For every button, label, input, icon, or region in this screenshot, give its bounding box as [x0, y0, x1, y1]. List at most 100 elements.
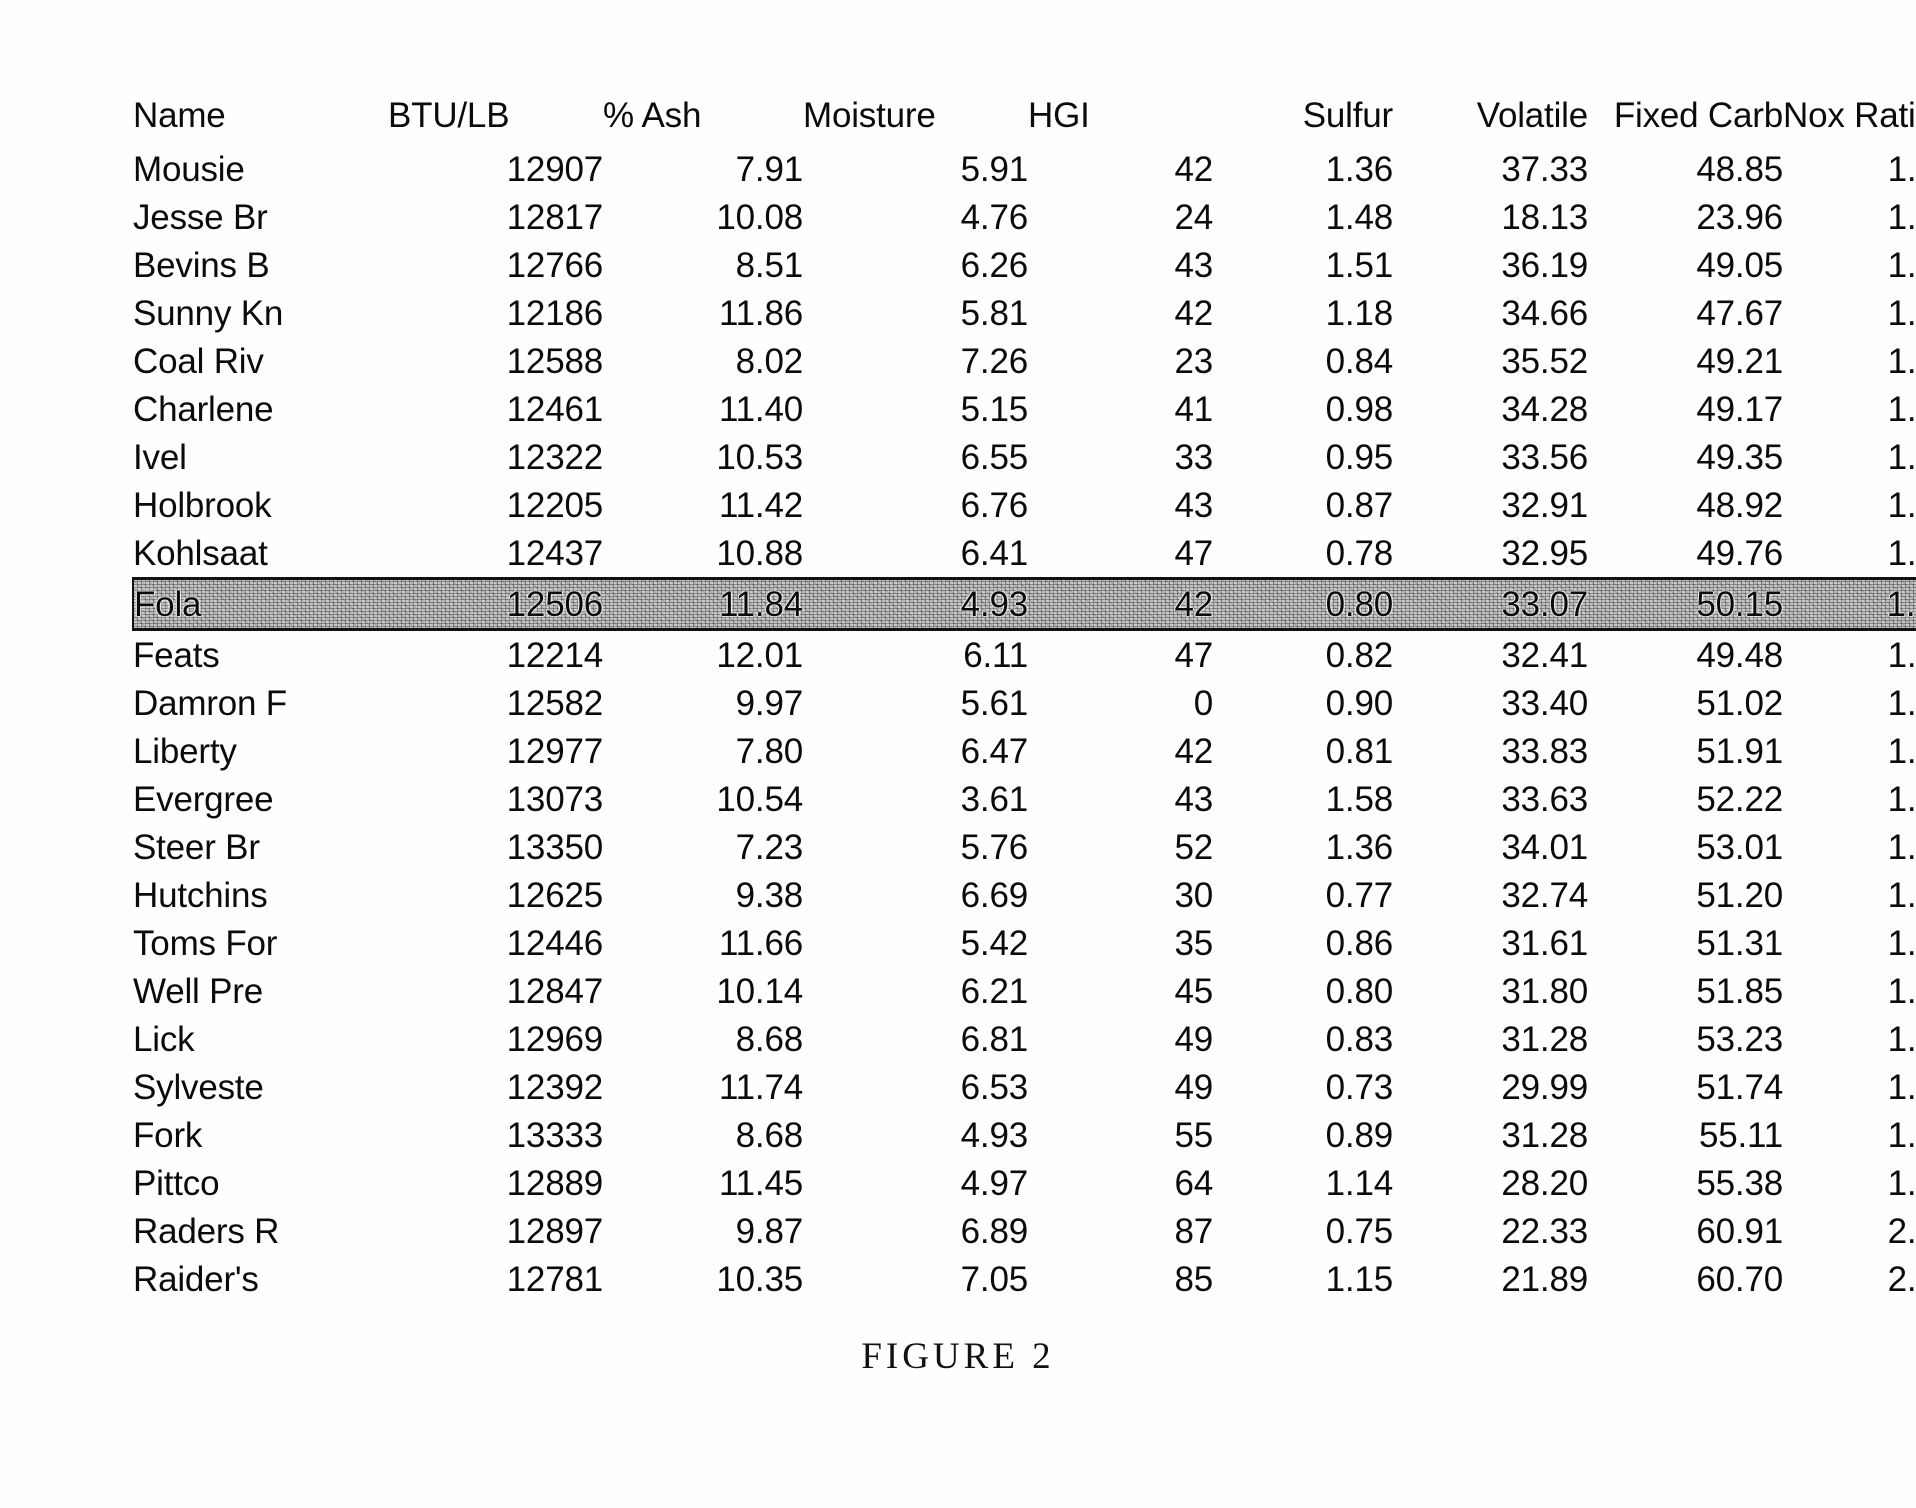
cell-value: 52: [1174, 827, 1213, 867]
cell-value: 32.74: [1501, 875, 1588, 915]
column-header-fixed-carb: Fixed Carb: [1613, 96, 1783, 135]
cell-value: 12897: [506, 1211, 604, 1251]
cell-value: 7.80: [735, 731, 804, 771]
coal-properties-table-container: Name BTU/LB % Ash Moisture HGI Sulfur Vo…: [132, 98, 1916, 1303]
cell-value: Mousie: [133, 149, 245, 189]
cell-value: 2.77: [1887, 1259, 1916, 1299]
cell-moisture: 7.05: [803, 1255, 1029, 1303]
cell-ash: 10.14: [603, 967, 803, 1015]
cell-volatile: 34.28: [1393, 385, 1588, 433]
cell-name: Sunny Kn: [133, 289, 388, 337]
cell-value: 1.36: [1325, 149, 1394, 189]
cell-volatile: 32.95: [1393, 529, 1588, 579]
cell-name: Fork: [133, 1111, 388, 1159]
cell-btu: 12781: [388, 1255, 604, 1303]
cell-value: 33.63: [1501, 779, 1588, 819]
cell-hgi: 49: [1028, 1015, 1213, 1063]
cell-value: 5.15: [960, 389, 1029, 429]
table-row: Damron F 12582 9.97 5.61 0 0.90 33.40 51.02 1.53: [133, 679, 1916, 727]
cell-value: 12322: [506, 437, 604, 477]
table-row: Sylveste 12392 11.74 6.53 49 0.73 29.99 51.74 1.…: [133, 1063, 1916, 1111]
cell-value: 0.78: [1325, 533, 1394, 573]
table-row: Evergree 13073 10.54 3.61 43 1.58 33.63 52.22 1.…: [133, 775, 1916, 823]
cell-value: 12461: [506, 389, 604, 429]
cell-btu: 12205: [388, 481, 604, 529]
table-row: Hutchins 12625 9.38 6.69 30 0.77 32.74 51.20 1.5…: [133, 871, 1916, 919]
cell-fixed: 60.91: [1588, 1207, 1783, 1255]
cell-value: 1.32: [1887, 197, 1916, 237]
cell-value: 1.53: [1887, 683, 1916, 723]
cell-value: 12969: [506, 1019, 604, 1059]
cell-btu: 12186: [388, 289, 604, 337]
cell-volatile: 31.61: [1393, 919, 1588, 967]
cell-value: 1.36: [1325, 827, 1394, 867]
cell-ash: 11.86: [603, 289, 803, 337]
cell-value: 6.69: [960, 875, 1029, 915]
cell-value: 41: [1174, 389, 1213, 429]
cell-fixed: 47.67: [1588, 289, 1783, 337]
cell-ash: 8.02: [603, 337, 804, 385]
column-header-volatile: Volatile: [1476, 96, 1588, 135]
cell-hgi: 47: [1028, 529, 1213, 579]
cell-moisture: 5.76: [803, 823, 1029, 871]
column-header-btu-lb: BTU/LB: [388, 96, 510, 135]
cell-name: Hutchins: [133, 871, 388, 919]
cell-nox: 1.62: [1783, 919, 1916, 967]
cell-value: 10.14: [716, 971, 803, 1011]
cell-value: 51.02: [1696, 683, 1783, 723]
cell-nox: 1.63: [1783, 967, 1916, 1015]
cell-value: 48.92: [1696, 485, 1783, 525]
cell-hgi: 64: [1028, 1159, 1213, 1207]
cell-value: 33: [1174, 437, 1213, 477]
table-row: Ivel 12322 10.53 6.55 33 0.95 33.56 49.35 1.47: [133, 433, 1916, 481]
cell-value: Fork: [133, 1115, 203, 1155]
cell-sulfur: 0.77: [1213, 871, 1394, 919]
cell-value: 1.63: [1887, 971, 1916, 1011]
table-row: Toms For 12446 11.66 5.42 35 0.86 31.61 51.31 1.…: [133, 919, 1916, 967]
cell-value: 11.42: [719, 485, 803, 525]
cell-value: 7.23: [735, 827, 804, 867]
table-row: Lick 12969 8.68 6.81 49 0.83 31.28 53.23 1.70: [133, 1015, 1916, 1063]
cell-ash: 10.08: [603, 193, 803, 241]
cell-moisture: 4.93: [803, 1111, 1029, 1159]
cell-sulfur: 1.58: [1213, 775, 1394, 823]
cell-moisture: 5.81: [803, 289, 1029, 337]
cell-value: 0.98: [1325, 389, 1394, 429]
cell-value: 0.82: [1325, 635, 1394, 675]
cell-moisture: 5.61: [803, 679, 1029, 727]
cell-sulfur: 1.36: [1213, 145, 1394, 193]
cell-value: 43: [1174, 779, 1213, 819]
cell-btu: 12907: [388, 145, 604, 193]
cell-value: 12214: [506, 635, 604, 675]
cell-value: 0.77: [1325, 875, 1394, 915]
cell-value: 0.81: [1325, 731, 1394, 771]
cell-value: 49.21: [1696, 341, 1783, 381]
cell-value: Sunny Kn: [133, 293, 284, 333]
cell-name: Feats: [133, 630, 388, 680]
cell-fixed: 53.23: [1588, 1015, 1783, 1063]
cell-nox: 2.76: [1783, 1207, 1916, 1255]
table-header: Name BTU/LB % Ash Moisture HGI Sulfur Vo…: [133, 98, 1916, 145]
cell-ash: 8.68: [603, 1111, 804, 1159]
figure-sheet: Name BTU/LB % Ash Moisture HGI Sulfur Vo…: [0, 0, 1916, 1508]
cell-moisture: 6.69: [803, 871, 1029, 919]
cell-btu: 12214: [388, 630, 604, 680]
cell-fixed: 49.48: [1588, 630, 1783, 680]
cell-fixed: 55.11: [1588, 1111, 1783, 1159]
cell-value: 6.81: [960, 1019, 1029, 1059]
cell-nox: 1.38: [1783, 289, 1916, 337]
cell-value: Kohlsaat: [133, 533, 268, 573]
cell-name: Mousie: [133, 145, 388, 193]
cell-moisture: 4.76: [803, 193, 1029, 241]
cell-value: 55.38: [1696, 1163, 1783, 1203]
table-row: Raider's 12781 10.35 7.05 85 1.15 21.89 60.70 2.…: [133, 1255, 1916, 1303]
cell-value: 53.01: [1696, 827, 1783, 867]
cell-value: 0.87: [1325, 485, 1394, 525]
column-header-name: Name: [133, 96, 226, 135]
cell-nox: 1.70: [1783, 1015, 1916, 1063]
cell-hgi: 87: [1028, 1207, 1213, 1255]
cell-nox: 1.96: [1783, 1159, 1916, 1207]
cell-value: 51.20: [1696, 875, 1783, 915]
cell-nox: 1.57: [1783, 871, 1916, 919]
cell-value: 47: [1174, 635, 1213, 675]
